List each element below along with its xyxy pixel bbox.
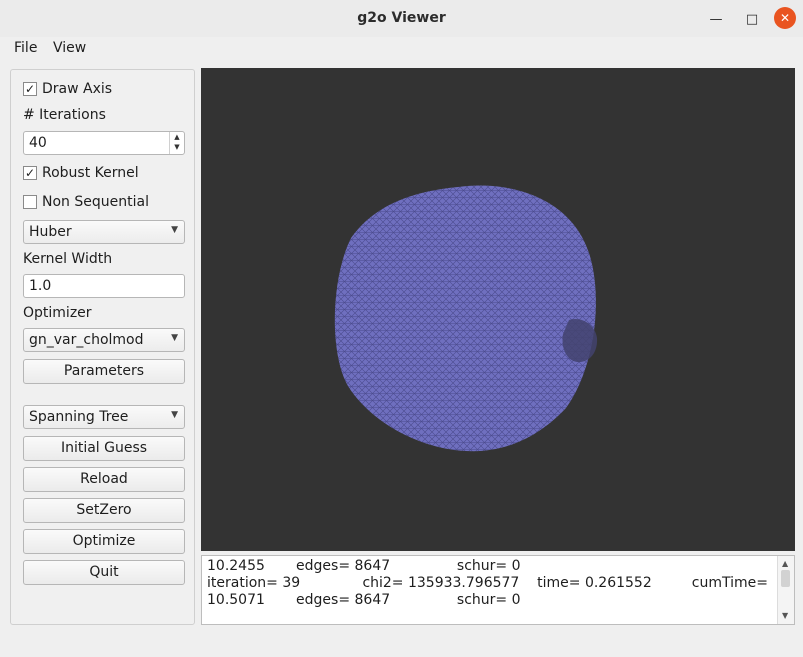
draw-axis-label[interactable]: Draw Axis <box>42 81 112 97</box>
setzero-button[interactable]: SetZero <box>23 498 185 523</box>
scroll-thumb[interactable] <box>781 570 790 587</box>
kernel-width-label: Kernel Width <box>23 251 113 267</box>
graph-viewer[interactable] <box>201 68 795 551</box>
scroll-down-icon[interactable]: ▼ <box>782 611 788 620</box>
console-line: 10.2455 edges= 8647 schur= 0 <box>207 558 521 574</box>
console-line: 10.5071 edges= 8647 schur= 0 <box>207 592 521 608</box>
optimize-button[interactable]: Optimize <box>23 529 185 554</box>
chevron-down-icon: ▼ <box>171 225 178 235</box>
optimizer-label: Optimizer <box>23 305 92 321</box>
iterations-spinbox[interactable]: 40 ▲ ▼ <box>23 131 185 155</box>
reload-button[interactable]: Reload <box>23 467 185 492</box>
optimizer-value: gn_var_cholmod <box>29 332 144 348</box>
menu-file[interactable]: File <box>14 40 37 56</box>
window-title: g2o Viewer <box>357 10 446 26</box>
sphere-graph <box>334 185 598 452</box>
menu-bar: File View <box>0 37 803 59</box>
title-bar: g2o Viewer — □ ✕ <box>0 0 803 38</box>
robust-kernel-label[interactable]: Robust Kernel <box>42 165 139 181</box>
initial-guess-value: Spanning Tree <box>29 409 129 425</box>
quit-button[interactable]: Quit <box>23 560 185 585</box>
spin-arrows-icon[interactable]: ▲ ▼ <box>169 132 184 154</box>
chevron-down-icon: ▼ <box>171 333 178 343</box>
robust-kernel-checkbox[interactable]: ✓ <box>23 166 37 180</box>
scroll-up-icon[interactable]: ▲ <box>782 559 788 568</box>
initial-guess-button[interactable]: Initial Guess <box>23 436 185 461</box>
console-line: iteration= 39 chi2= 135933.796577 time= … <box>207 575 768 591</box>
draw-axis-checkbox[interactable]: ✓ <box>23 82 37 96</box>
kernel-type-value: Huber <box>29 224 72 240</box>
non-sequential-checkbox[interactable] <box>23 195 37 209</box>
optimizer-select[interactable]: gn_var_cholmod ▼ <box>23 328 185 352</box>
minimize-icon[interactable]: — <box>706 9 726 29</box>
iterations-label: # Iterations <box>23 107 106 123</box>
maximize-icon[interactable]: □ <box>742 9 762 29</box>
iterations-value[interactable]: 40 <box>29 135 47 151</box>
sphere-mesh <box>334 185 596 452</box>
kernel-width-field[interactable]: 1.0 <box>23 274 185 298</box>
menu-view[interactable]: View <box>53 40 86 56</box>
parameters-button[interactable]: Parameters <box>23 359 185 384</box>
close-icon[interactable]: ✕ <box>774 7 796 29</box>
chevron-down-icon: ▼ <box>171 410 178 420</box>
initial-guess-select[interactable]: Spanning Tree ▼ <box>23 405 185 429</box>
output-console[interactable]: 10.2455 edges= 8647 schur= 0 iteration= … <box>201 555 795 625</box>
kernel-type-select[interactable]: Huber ▼ <box>23 220 185 244</box>
console-scrollbar[interactable]: ▲ ▼ <box>777 556 794 624</box>
non-sequential-label[interactable]: Non Sequential <box>42 194 149 210</box>
